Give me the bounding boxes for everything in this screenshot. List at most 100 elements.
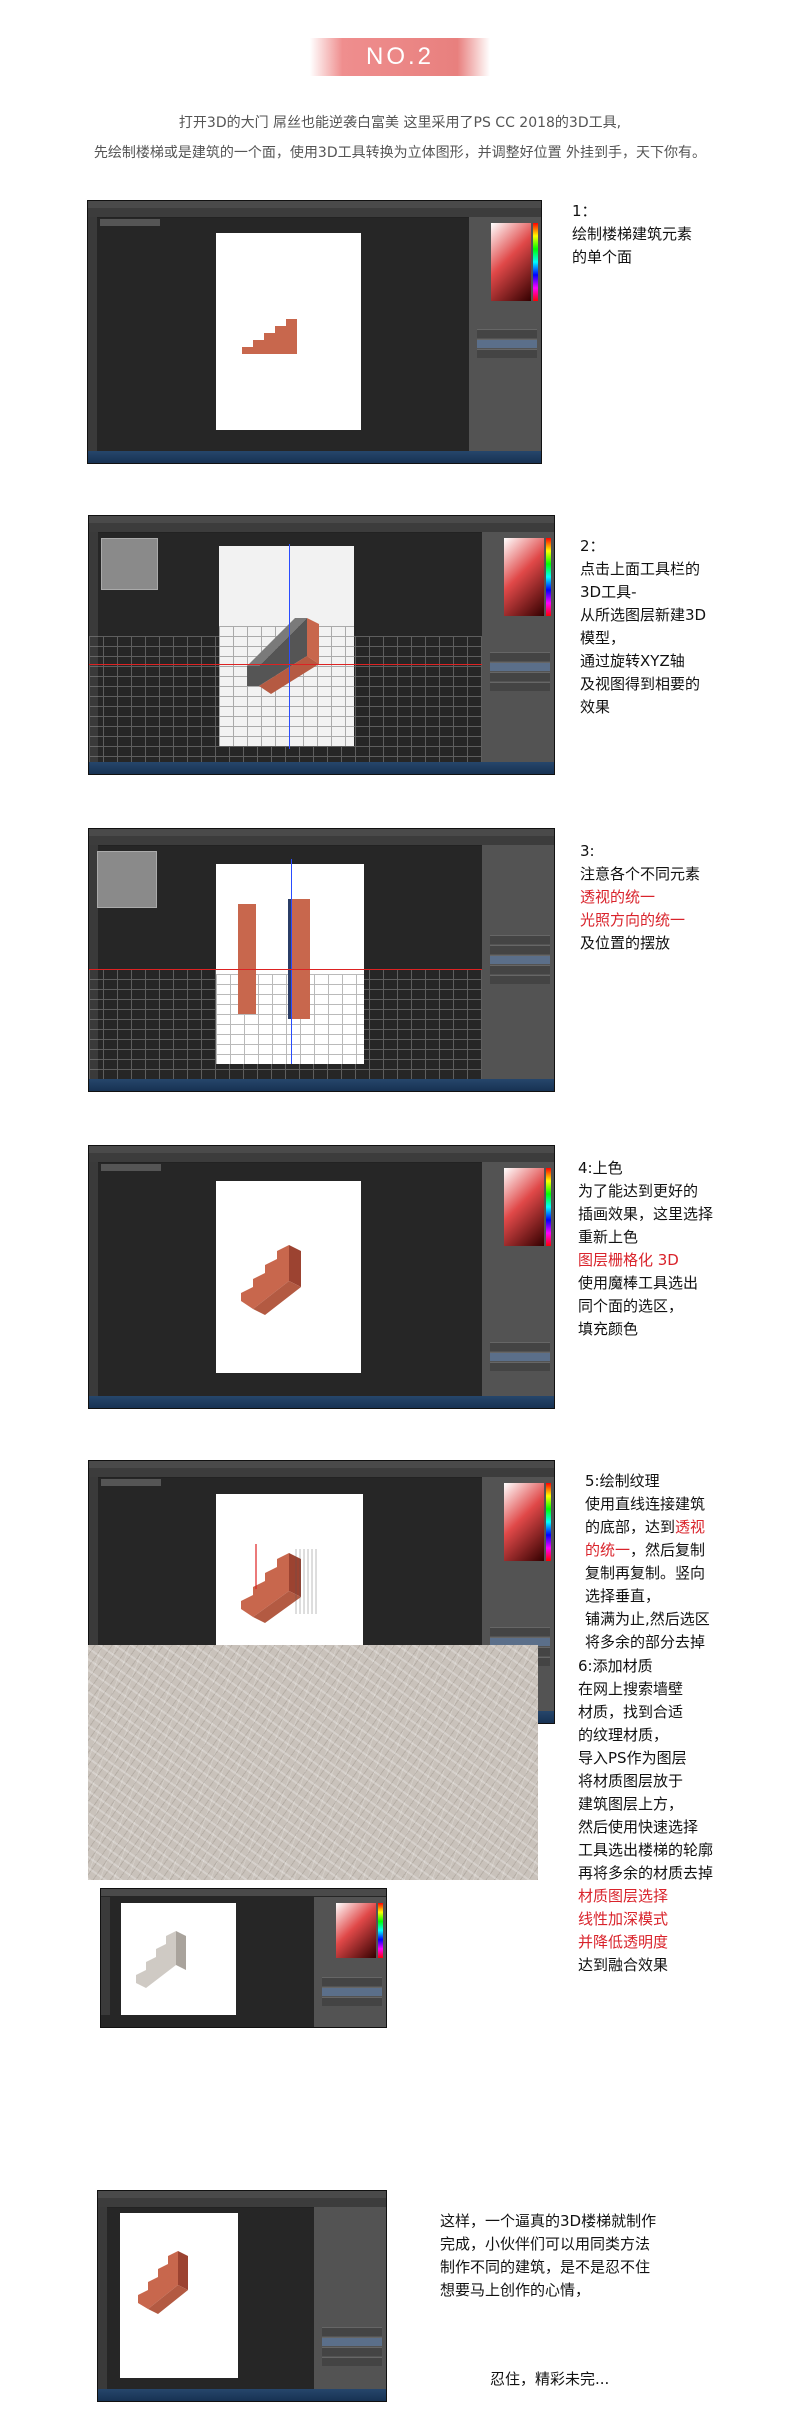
screenshot-step-6a [100,1888,387,2028]
tool-panel [89,1162,98,1396]
document-tab [100,219,160,226]
hue-slider[interactable] [546,1168,551,1246]
note-line: 通过旋转XYZ轴 [580,652,685,670]
screenshot-step-1 [87,200,542,464]
layer-row[interactable] [477,349,537,358]
screenshot-step-4 [88,1145,555,1409]
layer-row[interactable] [322,2347,382,2356]
layer-row[interactable] [322,2327,382,2336]
stair-side-face [176,1931,186,1970]
layer-row[interactable] [490,1342,550,1351]
right-panels [482,845,554,1079]
layer-row[interactable] [322,1997,382,2006]
note-line: 同个面的选区， [578,1297,684,1315]
note-line: 绘制楼梯建筑元素 [572,225,693,243]
note-line: 复制再复制。竖向 [585,1564,706,1582]
menu-bar [101,1889,386,1896]
note-line: 从所选图层新建3D [580,606,707,624]
note-line: 工具选出楼梯的轮廓 [578,1841,714,1859]
layer-row[interactable] [490,945,550,954]
document-canvas [121,1903,236,2015]
note-line-highlight: 光照方向的统一 [580,911,686,929]
note-line: 3: [580,842,595,860]
section-badge: NO.2 [310,38,490,76]
hue-slider[interactable] [546,538,551,616]
layer-row[interactable] [322,2357,382,2366]
layer-row[interactable] [490,652,550,661]
note-part-highlight: 的统一 [585,1541,631,1559]
menu-bar [89,829,554,836]
right-panels [482,532,554,762]
note-part: 的底部，达到 [585,1518,676,1536]
layer-row[interactable] [490,1627,550,1636]
menu-bar [89,516,554,523]
note-line: 的单个面 [572,248,633,266]
document-tab [101,1479,161,1486]
hue-slider[interactable] [378,1903,383,1958]
note-line: 达到融合效果 [578,1956,669,1974]
note-line: 再将多余的材质去掉 [578,1864,714,1882]
color-picker[interactable] [504,538,544,616]
note-line: 使用魔棒工具选出 [578,1274,699,1292]
note-line: 3D工具- [580,583,637,601]
layer-row[interactable] [490,682,550,691]
note-part-highlight: 透视 [675,1518,706,1536]
note-line: 注意各个不同元素 [580,865,701,883]
navigator-thumbnail[interactable] [97,851,157,908]
ending-line: 这样，一个逼真的3D楼梯就制作 [440,2212,657,2230]
color-picker[interactable] [491,223,531,301]
stair-side-face [289,1553,301,1597]
navigator-thumbnail[interactable] [101,538,158,590]
layer-row-selected[interactable] [322,2337,382,2346]
note-line-mixed: 的底部，达到透视 [585,1516,710,1539]
layer-row-selected[interactable] [490,1352,550,1361]
menu-bar [89,1461,554,1468]
ending-line: 制作不同的建筑，是不是忍不住 [440,2258,651,2276]
color-picker[interactable] [504,1168,544,1246]
document-canvas [120,2213,238,2378]
note-line-highlight: 线性加深模式 [578,1910,669,1928]
note-line: 然后使用快速选择 [578,1818,699,1836]
layer-row[interactable] [490,975,550,984]
stair-side-face [289,1245,301,1287]
stair-side [307,618,319,664]
document-canvas [216,864,364,1064]
layer-row[interactable] [490,965,550,974]
hue-slider[interactable] [533,223,538,301]
layer-row[interactable] [490,935,550,944]
hue-slider[interactable] [546,1483,551,1561]
intro-line-1: 打开3D的大门 屌丝也能逆袭白富美 这里采用了PS CC 2018的3D工具, [178,115,622,131]
taskbar [89,762,554,774]
layer-row[interactable] [490,1362,550,1371]
layer-row-selected[interactable] [322,1987,382,1996]
layer-row[interactable] [477,329,537,338]
color-picker[interactable] [504,1483,544,1561]
right-panels [314,2207,386,2389]
ending-line: 想要马上创作的心情， [440,2281,591,2299]
layer-row-selected[interactable] [490,955,550,964]
layer-row-selected[interactable] [490,662,550,671]
note-line: 2： [580,537,605,555]
note-line-mixed: 的统一，然后复制 [585,1539,710,1562]
taskbar [88,451,541,463]
x-axis-line [89,664,482,665]
taskbar [89,1396,554,1408]
layer-row[interactable] [322,1977,382,1986]
note-line: 的纹理材质， [578,1726,669,1744]
color-picker[interactable] [336,1903,376,1958]
y-axis-line [289,544,290,749]
note-line: 为了能达到更好的 [578,1182,699,1200]
note-part: ，然后复制 [630,1541,706,1559]
step-1-note: 1： 绘制楼梯建筑元素 的单个面 [572,200,692,269]
document-canvas [219,546,354,746]
document-canvas [216,1181,361,1373]
layer-row-selected[interactable] [477,339,537,348]
stair-textured-drawing [136,1931,186,1988]
layer-row[interactable] [490,672,550,681]
tool-panel [88,217,97,451]
taskbar [98,2389,386,2401]
x-axis-line [89,969,482,970]
intro-line-2: 先绘制楼梯或是建筑的一个面，使用3D工具转换为立体图形，并调整好位置 外挂到手，… [93,145,707,161]
stair-side-face [178,2251,188,2290]
right-panels [482,1162,554,1396]
